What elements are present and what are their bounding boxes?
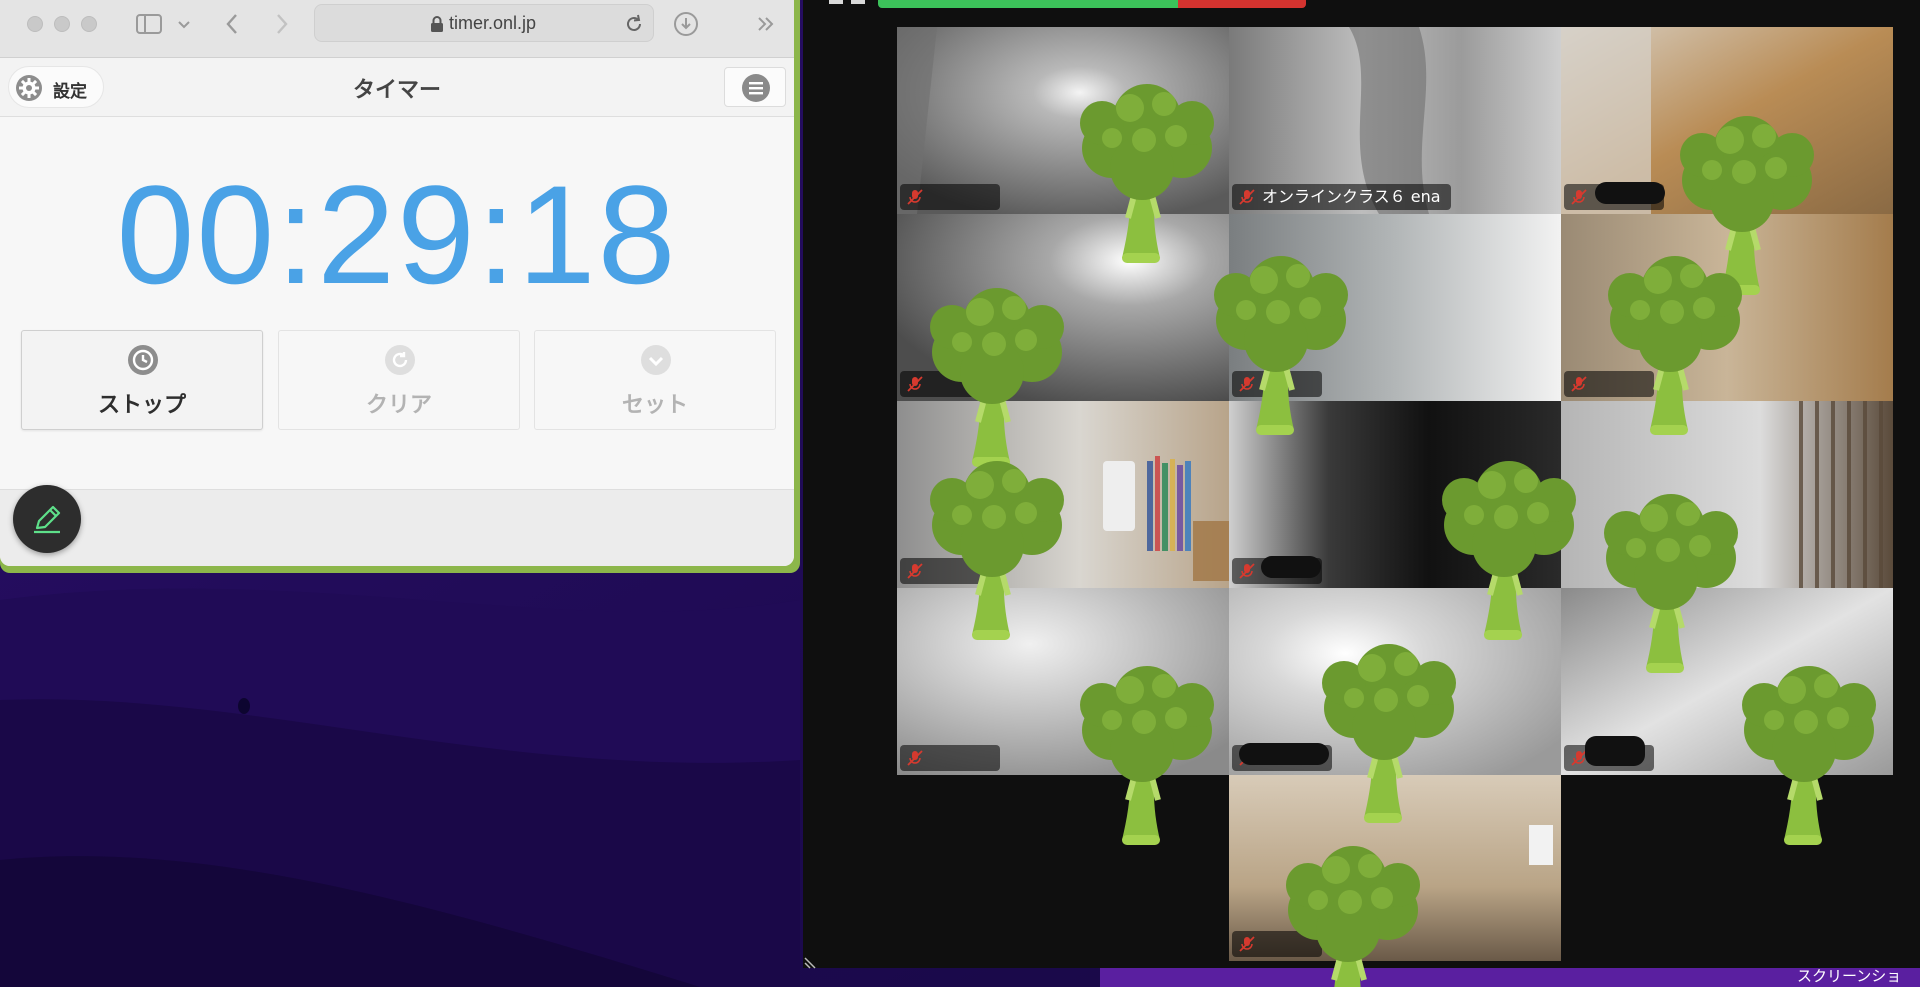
page-title: タイマー xyxy=(352,78,441,103)
video-tile[interactable] xyxy=(897,401,1229,588)
video-tile[interactable] xyxy=(1229,214,1561,401)
clear-button[interactable]: クリア xyxy=(278,330,520,430)
video-tile[interactable] xyxy=(1561,588,1893,775)
mic-muted-icon xyxy=(1239,376,1255,392)
address-text: timer.onl.jp xyxy=(449,13,537,33)
redacted-name xyxy=(1595,182,1665,204)
bottom-band xyxy=(0,489,794,566)
downloads-icon[interactable] xyxy=(672,10,700,38)
video-tile[interactable] xyxy=(897,27,1229,214)
video-tile[interactable] xyxy=(1561,401,1893,588)
minimize-window-button[interactable] xyxy=(54,16,70,32)
participant-tag xyxy=(1232,371,1322,397)
browser-window: timer.onl.jp 設定 タイマー 00:29:18 ストップ クリア セ… xyxy=(0,0,800,573)
resize-handle-icon[interactable] xyxy=(803,954,819,970)
address-bar[interactable]: timer.onl.jp xyxy=(314,4,654,42)
mic-muted-icon xyxy=(1239,189,1255,205)
participant-tag xyxy=(900,371,990,397)
clear-label: クリア xyxy=(365,393,432,418)
participant-tag: オンラインクラス６ ena xyxy=(1232,184,1451,210)
timer-toolbar: 設定 タイマー xyxy=(0,58,794,117)
back-icon[interactable] xyxy=(222,10,242,38)
set-button[interactable]: セット xyxy=(534,330,776,430)
video-grid: オンラインクラス６ ena xyxy=(897,27,1893,961)
pencil-icon xyxy=(34,505,61,534)
video-tile[interactable] xyxy=(1229,401,1561,588)
redacted-name xyxy=(1585,736,1645,766)
video-tile[interactable] xyxy=(897,588,1229,775)
meeting-status-bar xyxy=(878,0,1306,8)
stop-label: ストップ xyxy=(97,393,186,418)
mic-muted-icon xyxy=(1239,563,1255,579)
participant-tag xyxy=(900,558,990,584)
clear-icon xyxy=(385,345,415,375)
mic-muted-icon xyxy=(907,563,923,579)
participant-tag xyxy=(1564,371,1654,397)
screenshot-thumbnail-label[interactable]: スクリーンショ xyxy=(1797,965,1901,986)
participant-tag xyxy=(900,184,1000,210)
participant-name: オンラインクラス６ ena xyxy=(1262,187,1441,206)
mic-muted-icon xyxy=(907,189,923,205)
zoom-window-button[interactable] xyxy=(81,16,97,32)
video-tile[interactable] xyxy=(1561,27,1893,214)
video-tile[interactable] xyxy=(897,214,1229,401)
video-tile[interactable]: オンラインクラス６ ena xyxy=(1229,27,1561,214)
chevron-down-icon[interactable] xyxy=(176,10,192,38)
meeting-window: オンラインクラス６ ena xyxy=(803,0,1920,968)
more-toolbar-icon[interactable] xyxy=(754,10,778,38)
status-bar-red xyxy=(1178,0,1306,8)
video-tile[interactable] xyxy=(1561,214,1893,401)
sidebar-toggle-icon[interactable] xyxy=(134,10,164,38)
window-control-marks xyxy=(829,0,865,4)
timer-display: 00:29:18 xyxy=(116,156,678,313)
stop-button[interactable]: ストップ xyxy=(21,330,263,430)
set-label: セット xyxy=(621,393,688,418)
mic-muted-icon xyxy=(907,750,923,766)
video-feed xyxy=(1561,401,1893,588)
redacted-name xyxy=(1261,556,1321,578)
lock-icon xyxy=(431,16,443,32)
mic-muted-icon xyxy=(907,376,923,392)
mic-muted-icon xyxy=(1239,936,1255,952)
reload-icon[interactable] xyxy=(623,13,645,35)
status-bar-green xyxy=(878,0,1178,8)
timer-area: 00:29:18 ストップ クリア セット xyxy=(0,117,794,489)
clock-icon xyxy=(128,345,158,375)
mic-muted-icon xyxy=(1571,189,1587,205)
browser-content: timer.onl.jp 設定 タイマー 00:29:18 ストップ クリア セ… xyxy=(0,0,794,566)
hamburger-menu-icon xyxy=(742,74,770,102)
close-window-button[interactable] xyxy=(27,16,43,32)
mic-muted-icon xyxy=(1571,376,1587,392)
check-icon xyxy=(641,345,671,375)
video-tile[interactable] xyxy=(1229,588,1561,775)
redacted-name xyxy=(1239,743,1329,765)
video-tile[interactable] xyxy=(1229,775,1561,961)
participant-tag xyxy=(900,745,1000,771)
edit-button[interactable] xyxy=(13,485,81,553)
browser-titlebar: timer.onl.jp xyxy=(0,0,794,58)
participant-tag xyxy=(1232,931,1322,957)
forward-icon[interactable] xyxy=(272,10,292,38)
menu-button[interactable] xyxy=(724,67,786,107)
